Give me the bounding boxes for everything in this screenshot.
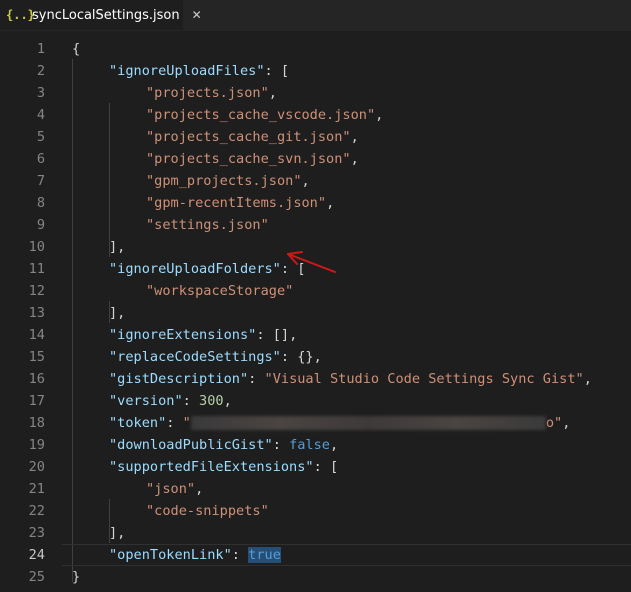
redacted-token	[190, 416, 546, 430]
code-line[interactable]: "workspaceStorage"	[0, 280, 631, 302]
json-key: "downloadPublicGist"	[109, 437, 273, 453]
close-icon[interactable]: ✕	[192, 8, 202, 22]
json-keyword: false	[289, 437, 330, 453]
code-line[interactable]: "code-snippets"	[0, 500, 631, 522]
code-line[interactable]: "gpm-recentItems.json",	[0, 192, 631, 214]
punctuation: ,	[583, 371, 592, 387]
punctuation: :	[248, 371, 265, 387]
json-key: "supportedFileExtensions"	[109, 459, 314, 475]
code-line[interactable]: "projects_cache_git.json",	[0, 126, 631, 148]
code-line[interactable]: "openTokenLink": true	[0, 544, 631, 566]
code-editor[interactable]: 1{2 "ignoreUploadFiles": [3 "projects.json…	[0, 31, 631, 592]
punctuation: ,	[326, 195, 335, 211]
code-line[interactable]: "settings.json"	[0, 214, 631, 236]
punctuation: ],	[109, 305, 126, 321]
punctuation: :	[272, 437, 290, 453]
code-line[interactable]: "projects_cache_svn.json",	[0, 148, 631, 170]
json-string: o"	[545, 415, 563, 431]
punctuation: ],	[109, 525, 126, 541]
punctuation: :	[182, 393, 200, 409]
json-key: "token"	[109, 415, 167, 431]
json-string: "gpm_projects.json"	[146, 173, 302, 189]
json-string: "projects_cache_svn.json"	[146, 151, 351, 167]
code-line[interactable]: "gistDescription": "Visual Studio Code S…	[0, 368, 631, 390]
code-line[interactable]: "ignoreExtensions": [],	[0, 324, 631, 346]
json-key: "ignoreExtensions"	[109, 327, 257, 343]
punctuation: ],	[109, 239, 126, 255]
punctuation: ,	[375, 107, 384, 123]
code-line[interactable]: ],	[0, 236, 631, 258]
punctuation: ,	[329, 437, 339, 453]
punctuation: : [	[280, 261, 306, 277]
punctuation: ,	[350, 129, 359, 145]
json-key: "ignoreUploadFolders"	[109, 261, 281, 277]
code-line[interactable]: ],	[0, 522, 631, 544]
json-key: "openTokenLink"	[109, 547, 232, 563]
punctuation: }	[72, 569, 81, 585]
code-line[interactable]: "downloadPublicGist": false,	[0, 434, 631, 456]
json-string: "	[182, 415, 191, 431]
punctuation: : [],	[256, 327, 298, 343]
json-key: "version"	[109, 393, 183, 409]
code-line[interactable]: "version": 300,	[0, 390, 631, 412]
code-line[interactable]: "token": " o",	[0, 412, 631, 434]
json-string: "json"	[146, 481, 196, 497]
punctuation: ,	[195, 481, 204, 497]
json-file-icon: {..}	[6, 8, 35, 22]
code-line[interactable]: "ignoreUploadFolders": [	[0, 258, 631, 280]
punctuation: ,	[301, 173, 310, 189]
code-line[interactable]: "gpm_projects.json",	[0, 170, 631, 192]
tab-bar: {..} syncLocalSettings.json ✕	[0, 0, 631, 31]
punctuation: : [	[264, 63, 290, 79]
tab-synclocalsettings[interactable]: {..} syncLocalSettings.json ✕	[0, 0, 202, 30]
code-line[interactable]: }	[0, 566, 631, 588]
code-line[interactable]: {	[0, 38, 631, 60]
punctuation: {	[72, 41, 81, 57]
json-number: 300	[199, 393, 224, 409]
code-line[interactable]: "json",	[0, 478, 631, 500]
json-string: "projects.json"	[146, 85, 269, 101]
tab-title: syncLocalSettings.json	[32, 7, 180, 23]
code-line[interactable]: ],	[0, 302, 631, 324]
json-key: "ignoreUploadFiles"	[109, 63, 265, 79]
json-key: "replaceCodeSettings"	[109, 349, 281, 365]
code-line[interactable]: "projects_cache_vscode.json",	[0, 104, 631, 126]
json-string: "settings.json"	[146, 217, 269, 233]
json-string: "workspaceStorage"	[146, 283, 294, 299]
json-string: "projects_cache_vscode.json"	[146, 107, 376, 123]
punctuation: :	[231, 547, 249, 563]
code-line[interactable]: "supportedFileExtensions": [	[0, 456, 631, 478]
punctuation: : {},	[280, 349, 322, 365]
punctuation: ,	[223, 393, 232, 409]
json-key: "gistDescription"	[109, 371, 249, 387]
punctuation: ,	[268, 85, 277, 101]
code-line[interactable]: "ignoreUploadFiles": [	[0, 60, 631, 82]
json-string: "projects_cache_git.json"	[146, 129, 351, 145]
punctuation: ,	[562, 415, 571, 431]
punctuation: ,	[350, 151, 359, 167]
code-line[interactable]: "replaceCodeSettings": {},	[0, 346, 631, 368]
code-line[interactable]: "projects.json",	[0, 82, 631, 104]
punctuation: : [	[313, 459, 339, 475]
json-string: "gpm-recentItems.json"	[146, 195, 327, 211]
selected-keyword: true	[248, 547, 281, 563]
json-string: "code-snippets"	[146, 503, 269, 519]
punctuation: :	[166, 415, 183, 431]
json-string: "Visual Studio Code Settings Sync Gist"	[264, 371, 584, 387]
